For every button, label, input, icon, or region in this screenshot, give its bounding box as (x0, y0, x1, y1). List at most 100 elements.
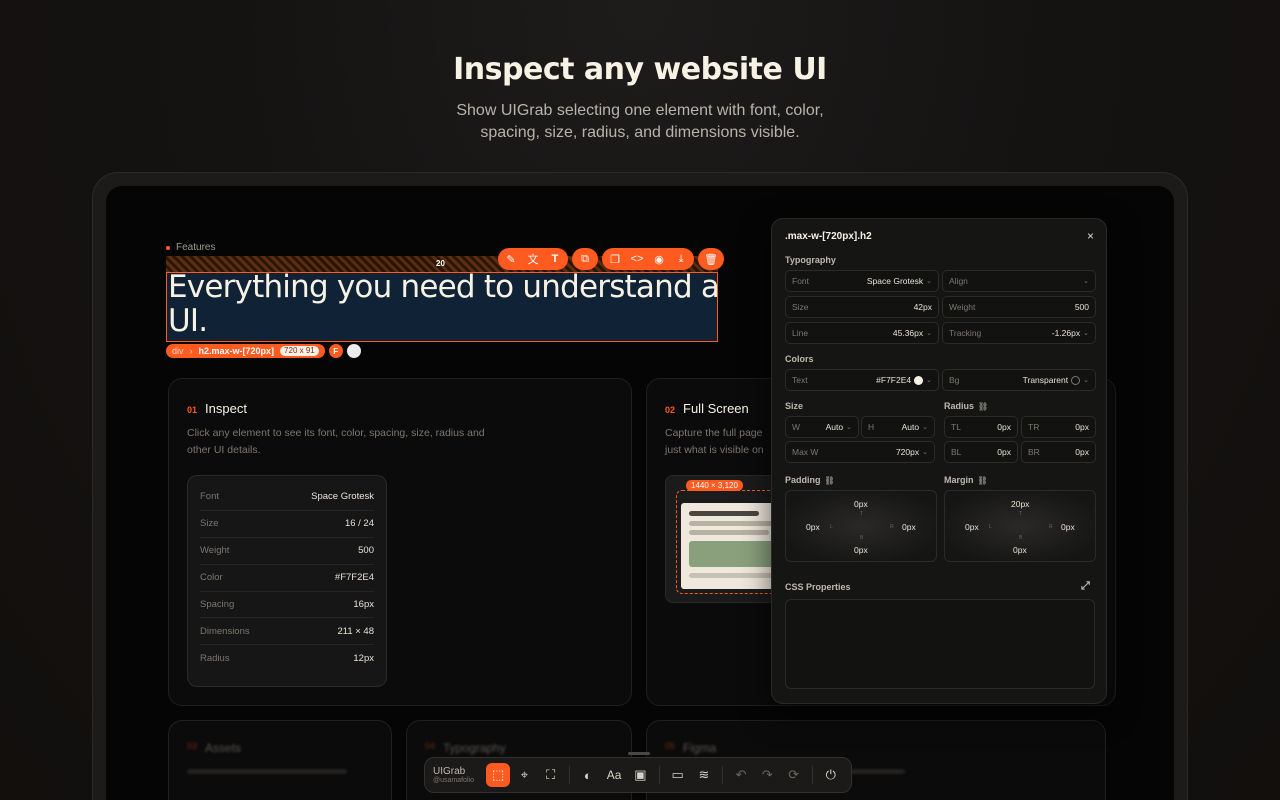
close-icon[interactable]: × (1087, 229, 1094, 243)
padding-top-value[interactable]: 0px (854, 499, 868, 509)
margin-right-value[interactable]: 0px (1061, 522, 1075, 532)
device-screen: Features 20 ✎ 文 T ⧉ ❐ <> ◉ ⤓ 🗑 Everythin… (106, 186, 1174, 800)
radius-br-field[interactable]: BR 0px (1021, 441, 1096, 463)
spec-key: Dimensions (200, 625, 250, 637)
margin-left-value[interactable]: 0px (965, 522, 979, 532)
text-icon[interactable]: T (544, 248, 566, 270)
max-width-field[interactable]: Max W 720px ⌄ (785, 441, 935, 463)
code-icon[interactable]: <> (626, 248, 648, 270)
edit-icon[interactable]: ✎ (500, 248, 522, 270)
capture-size-badge: 1440 × 3,120 (686, 480, 743, 491)
font-badge[interactable]: F (328, 344, 343, 358)
typography-icon[interactable]: Aa (602, 763, 626, 787)
padding-left-value[interactable]: 0px (806, 522, 820, 532)
padding-label: Padding (785, 475, 821, 485)
text-color-field[interactable]: Text #F7F2E4 ⌄ (785, 369, 939, 391)
link-icon[interactable]: ⛓ (978, 476, 988, 485)
field-value: -1.26px (1051, 328, 1081, 338)
field-label: Size (792, 302, 809, 312)
field-label: TL (951, 422, 961, 432)
fullscreen-card-desc: Capture the full page just what is visib… (665, 427, 764, 456)
dock-drag-handle[interactable] (628, 752, 650, 755)
align-select[interactable]: Align ⌄ (942, 270, 1096, 292)
field-value: 720px (895, 447, 920, 457)
layers-icon[interactable]: ≋ (692, 763, 716, 787)
height-field[interactable]: H Auto ⌄ (861, 416, 935, 438)
duplicate-icon[interactable]: ❐ (604, 248, 626, 270)
margin-top-value[interactable]: 20px (1011, 499, 1029, 509)
redo-icon[interactable]: ↷ (755, 763, 779, 787)
inspect-card-title: 01 Inspect (187, 401, 247, 416)
bg-color-field[interactable]: Bg Transparent ⌄ (942, 369, 1096, 391)
translate-icon[interactable]: 文 (522, 248, 544, 270)
spec-key: Weight (200, 545, 230, 557)
download-icon[interactable]: ⤓ (670, 248, 692, 270)
table-row: Weight 500 (200, 538, 374, 565)
link-icon[interactable]: ⛓ (825, 476, 835, 485)
trash-icon[interactable]: 🗑 (700, 248, 722, 270)
copy-style-icon[interactable]: ⧉ (574, 248, 596, 270)
inspect-tool-icon[interactable]: ⬚ (485, 763, 511, 787)
field-value: 0px (997, 447, 1011, 457)
css-properties-box[interactable] (785, 599, 1095, 689)
table-row: Size 16 / 24 (200, 511, 374, 538)
chevron-down-icon: ⌄ (926, 330, 932, 337)
expand-icon[interactable]: ⤢ (1081, 580, 1090, 593)
margin-value: 20 (436, 259, 445, 268)
field-label: Max W (792, 447, 819, 457)
margin-bottom-value[interactable]: 0px (1013, 545, 1027, 555)
font-select[interactable]: Font Space Grotesk ⌄ (785, 270, 939, 292)
spec-value: 16px (353, 599, 374, 610)
fullscreen-card-title: 02 Full Screen (665, 401, 749, 416)
color-swatch[interactable] (914, 375, 924, 385)
area-select-icon[interactable]: ⛶ (539, 763, 563, 787)
dock-divider (658, 766, 660, 784)
pointer-tool-icon[interactable]: ⌖ (512, 763, 536, 787)
crumb-parent[interactable]: div (172, 346, 184, 356)
radius-bl-field[interactable]: BL 0px (944, 441, 1018, 463)
color-swatch[interactable] (1071, 375, 1081, 385)
tracking-field[interactable]: Tracking -1.26px ⌄ (942, 322, 1096, 344)
image-icon[interactable]: ▣ (628, 763, 652, 787)
size-field[interactable]: Size 42px (785, 296, 939, 318)
padding-right-value[interactable]: 0px (902, 522, 916, 532)
link-icon[interactable]: ⛓ (978, 402, 988, 411)
padding-box[interactable]: 0px T 0px L R 0px B 0px (785, 490, 937, 562)
dock-divider (568, 766, 570, 784)
crumb-current[interactable]: h2.max-w-[720px] (199, 346, 275, 356)
field-value: 42px (913, 302, 932, 312)
radius-tl-field[interactable]: TL 0px (944, 416, 1018, 438)
typography-card-title: 04 Typography (425, 741, 506, 755)
radius-tr-field[interactable]: TR 0px (1021, 416, 1096, 438)
power-icon[interactable]: ⏻ (819, 763, 843, 787)
card-title-text: Inspect (205, 401, 247, 416)
side-indicator: T (1019, 511, 1023, 517)
assets-card-title: 03 Assets (187, 741, 241, 755)
color-swatch-badge[interactable] (346, 344, 361, 358)
weight-field[interactable]: Weight 500 (942, 296, 1096, 318)
padding-bottom-value[interactable]: 0px (854, 545, 868, 555)
table-row: Spacing 16px (200, 592, 374, 619)
panel-title: .max-w-[720px].h2 (785, 231, 872, 242)
spec-key: Color (200, 572, 223, 584)
width-field[interactable]: W Auto ⌄ (785, 416, 859, 438)
card-number: 04 (425, 741, 436, 751)
spec-value: 16 / 24 (344, 518, 374, 530)
line-height-field[interactable]: Line 45.36px ⌄ (785, 322, 939, 344)
field-label: Font (792, 276, 810, 286)
spec-key: Radius (200, 653, 230, 665)
inspect-card-desc: Click any element to see its font, color… (187, 427, 485, 456)
hero-subtitle: Show UIGrab selecting one element with f… (456, 102, 824, 141)
section-heading: Everything you need to understand a UI. (168, 269, 720, 339)
camera-icon[interactable]: ◉ (648, 248, 670, 270)
margin-box[interactable]: 20px T 0px L R 0px B 0px (944, 490, 1096, 562)
undo-icon[interactable]: ↶ (729, 763, 753, 787)
devices-icon[interactable]: ▭ (665, 763, 689, 787)
card-title-text: Assets (205, 741, 242, 755)
palette-icon[interactable]: ◐ (576, 763, 600, 787)
field-label: Text (792, 375, 808, 385)
hero-title: Inspect any website UI (453, 52, 827, 87)
side-indicator: R (890, 524, 894, 530)
breadcrumb-pill[interactable]: div › h2.max-w-[720px] 720 x 91 (166, 344, 325, 358)
refresh-icon[interactable]: ⟳ (782, 763, 806, 787)
